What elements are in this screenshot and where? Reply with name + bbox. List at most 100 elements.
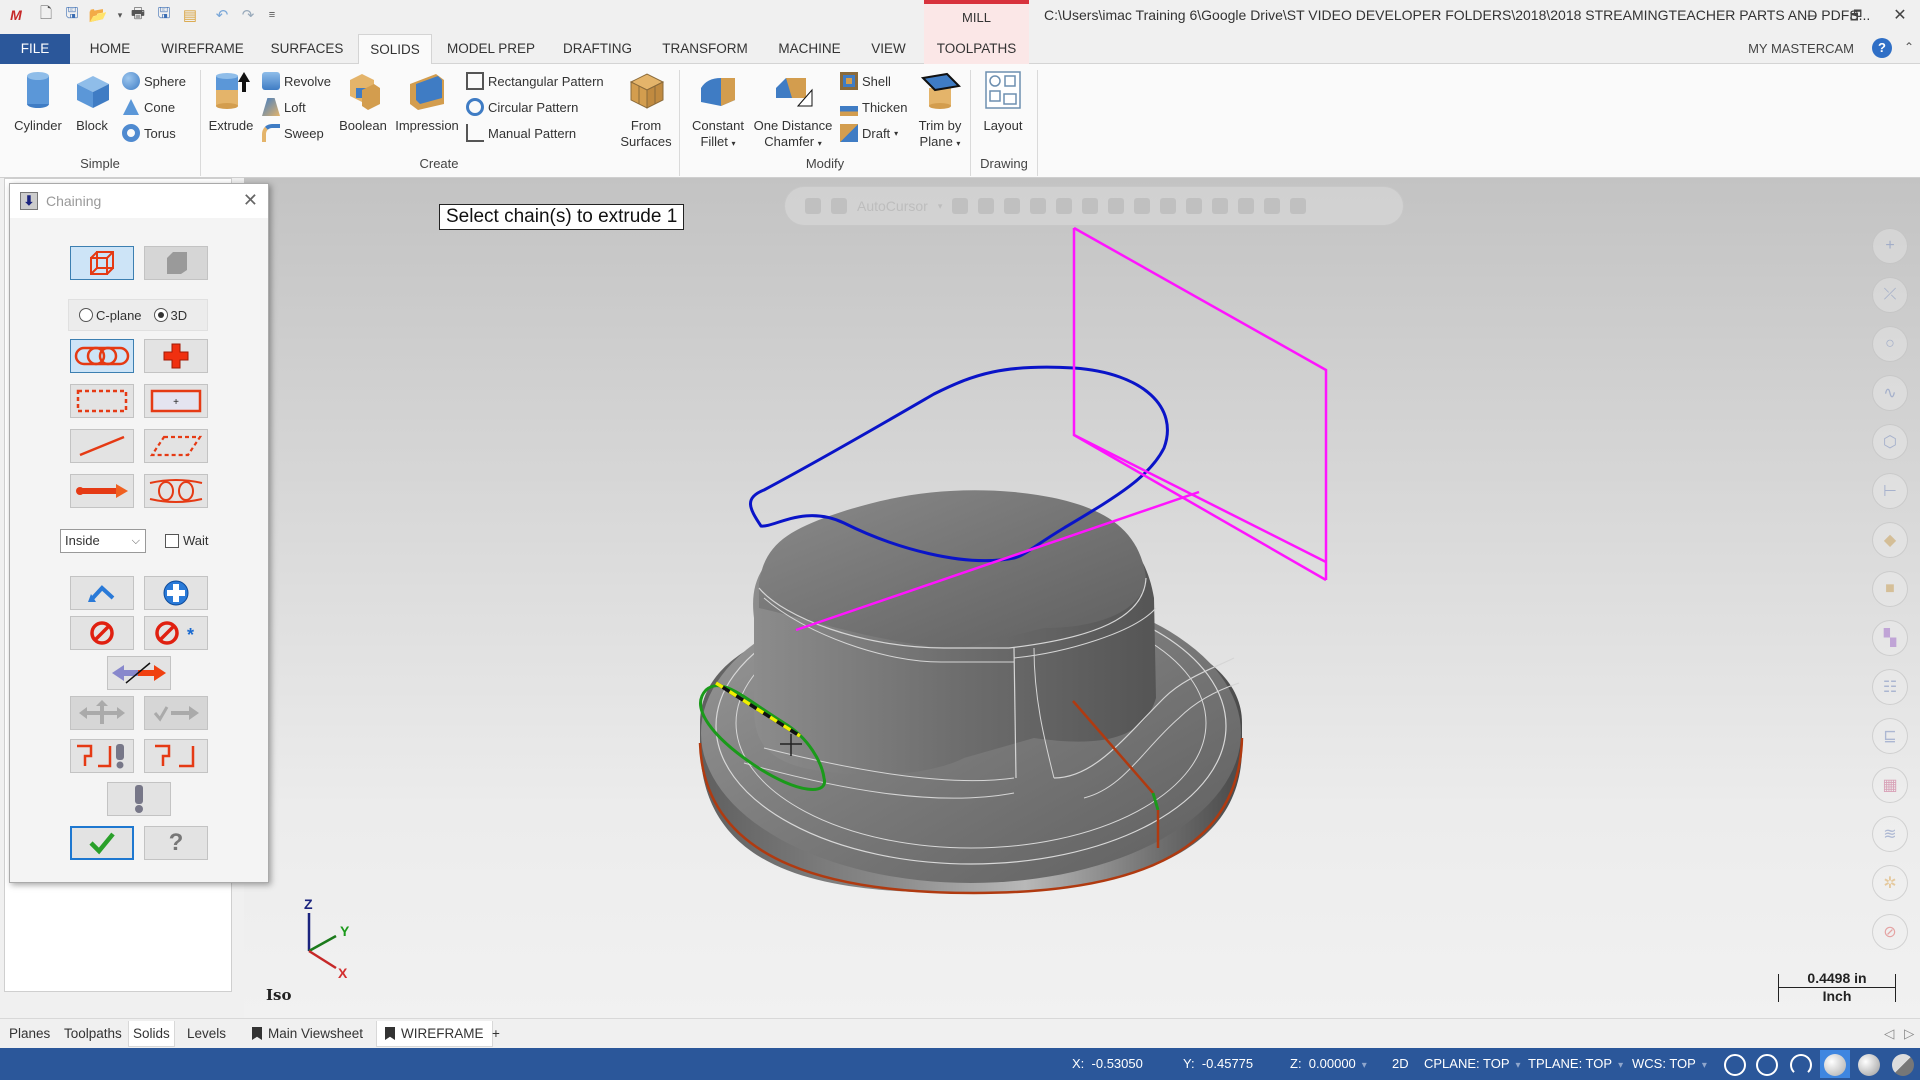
manual-pattern-button[interactable]: Manual Pattern [466,124,576,142]
chamfer-dropdown-icon[interactable]: ▾ [818,139,822,148]
z-dropdown-icon[interactable]: ▾ [1362,1060,1367,1071]
solid-icon[interactable]: ⬡ [1872,424,1908,460]
unselect-button[interactable] [70,616,134,650]
box-icon[interactable]: ■ [1872,571,1908,607]
tab-transform[interactable]: TRANSFORM [660,34,750,64]
block-button[interactable]: Block [70,70,114,134]
constant-fillet-button[interactable]: Constant Fillet ▾ [688,70,748,152]
tab-surfaces[interactable]: SURFACES [267,34,347,64]
tab-levels[interactable]: Levels [183,1021,230,1047]
options-reset-button[interactable] [144,739,208,773]
palette-icon[interactable]: ▦ [1872,767,1908,803]
color-icon[interactable]: ▚ [1872,620,1908,656]
chain-button[interactable] [70,339,134,373]
arc-icon[interactable]: ○ [1872,326,1908,362]
z-coordinate[interactable]: Z: 0.00000 ▾ [1290,1056,1367,1071]
cplane-radio[interactable]: C-plane [79,308,142,323]
tab-solids-manager[interactable]: Solids [128,1021,175,1047]
mill-context-tab[interactable]: MILL [924,0,1029,34]
restore-button[interactable]: 🗗 [1836,3,1876,29]
solid-chain-button[interactable] [144,246,208,280]
minimize-button[interactable]: – [1792,3,1832,29]
collapse-ribbon-icon[interactable]: ⌃ [1904,40,1914,54]
my-mastercam-link[interactable]: MY MASTERCAM [1748,41,1854,56]
reverse-button[interactable] [107,656,171,690]
sphere-button[interactable]: Sphere [122,72,186,90]
tplane-selector[interactable]: TPLANE: TOP ▾ [1528,1056,1623,1071]
wait-checkbox[interactable]: Wait [165,533,209,548]
shell-button[interactable]: Shell [840,72,891,90]
layout-button[interactable]: Layout [978,70,1028,134]
3d-radio-circle[interactable] [153,308,168,322]
close-button[interactable]: ✕ [1880,3,1920,29]
clear-icon[interactable]: ⊘ [1872,914,1908,950]
cancel-warning-button[interactable] [107,782,171,816]
add-viewsheet-button[interactable]: + [488,1021,504,1047]
vector-chain-button[interactable] [70,474,134,508]
sweep-button[interactable]: Sweep [262,124,324,142]
attribute-icon[interactable]: ⊑ [1872,718,1908,754]
cplane-radio-circle[interactable] [79,308,93,322]
tab-view[interactable]: VIEW [866,34,911,64]
translucency-icon[interactable] [1892,1054,1914,1076]
fillet-dropdown-icon[interactable]: ▾ [732,139,736,148]
wcs-selector[interactable]: WCS: TOP ▾ [1632,1056,1707,1071]
3d-radio[interactable]: 3D [153,308,187,323]
scroll-left-icon[interactable]: ◁ [1880,1021,1898,1047]
save-as-icon[interactable]: 🖫 [154,5,174,25]
model-canvas[interactable]: Z Y X [244,178,1920,1018]
cplane-dropdown-icon[interactable]: ▾ [1516,1060,1521,1071]
point-chain-button[interactable] [144,339,208,373]
options-button[interactable] [70,739,134,773]
wireframe-display-icon[interactable] [1724,1054,1746,1076]
window-chain-button[interactable] [70,384,134,418]
chaining-title-bar[interactable]: ⬇ Chaining ✕ [10,184,268,218]
undo-icon[interactable]: ↶ [212,5,232,25]
rectangular-pattern-button[interactable]: Rectangular Pattern [466,72,604,90]
window-mode-select[interactable]: Inside ⌵ [60,529,146,553]
tab-toolpaths-manager[interactable]: Toolpaths [60,1021,126,1047]
end-point-button[interactable] [144,696,208,730]
tab-planes[interactable]: Planes [5,1021,54,1047]
draft-dropdown-icon[interactable]: ▾ [894,129,898,138]
customize-qat-icon[interactable]: ≡ [262,5,282,25]
settings-icon[interactable]: ✲ [1872,865,1908,901]
tab-home[interactable]: HOME [80,34,140,64]
cone-button[interactable]: Cone [122,98,175,116]
thicken-button[interactable]: Thicken [840,98,908,116]
point-icon[interactable]: + [1872,228,1908,264]
circular-pattern-button[interactable]: Circular Pattern [462,94,578,120]
trim-dropdown-icon[interactable]: ▾ [956,139,960,148]
tplane-dropdown-icon[interactable]: ▾ [1618,1060,1623,1071]
partial-chain-button[interactable] [144,474,208,508]
hidden-line-icon[interactable] [1756,1054,1778,1076]
cylinder-button[interactable]: Cylinder [12,70,64,134]
spline-icon[interactable]: ∿ [1872,375,1908,411]
line-icon[interactable]: ⤫ [1872,277,1908,313]
shaded-outline-icon[interactable] [1790,1054,1812,1076]
tab-machine[interactable]: MACHINE [772,34,847,64]
dimension-icon[interactable]: ⊢ [1872,473,1908,509]
tab-toolpaths[interactable]: TOOLPATHS [924,34,1029,64]
chaining-close-button[interactable]: ✕ [243,190,258,211]
graphics-viewport[interactable]: Select chain(s) to extrude 1 AutoCursor … [244,178,1920,1018]
impression-button[interactable]: Impression [392,70,462,134]
one-distance-chamfer-button[interactable]: One Distance Chamfer ▾ [750,70,836,152]
torus-button[interactable]: Torus [122,124,176,142]
revolve-button[interactable]: Revolve [262,72,331,90]
select-more-button[interactable] [144,576,208,610]
new-file-icon[interactable]: 🗋 [36,5,56,25]
layer-list-icon[interactable]: ☷ [1872,669,1908,705]
tab-wireframe-viewsheet[interactable]: WIREFRAME [376,1021,493,1047]
loft-button[interactable]: Loft [262,98,306,116]
shaded-no-edges-icon[interactable] [1858,1054,1880,1076]
last-chain-button[interactable] [70,576,134,610]
draft-button[interactable]: Draft ▾ [840,124,898,142]
scroll-right-icon[interactable]: ▷ [1900,1021,1918,1047]
move-start-button[interactable] [70,696,134,730]
cplane-selector[interactable]: CPLANE: TOP ▾ [1424,1056,1521,1071]
boolean-button[interactable]: Boolean [336,70,390,134]
surface-icon[interactable]: ◆ [1872,522,1908,558]
2d-3d-toggle[interactable]: 2D [1392,1056,1409,1071]
ok-button[interactable] [70,826,134,860]
